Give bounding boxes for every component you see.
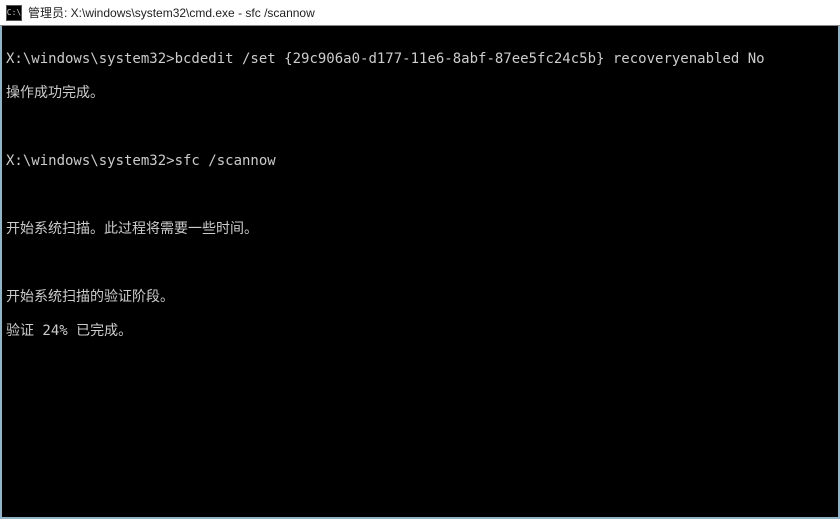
console-line: 验证 24% 已完成。: [6, 323, 834, 340]
prompt: X:\windows\system32>: [6, 51, 175, 67]
command-text: sfc /scannow: [175, 153, 276, 169]
console-line: X:\windows\system32>sfc /scannow: [6, 153, 834, 170]
console-line: 开始系统扫描。此过程将需要一些时间。: [6, 221, 834, 238]
blank-line: [6, 255, 834, 272]
console-line: 操作成功完成。: [6, 85, 834, 102]
console-line: 开始系统扫描的验证阶段。: [6, 289, 834, 306]
blank-line: [6, 187, 834, 204]
blank-line: [6, 119, 834, 136]
cmd-icon: C:\: [6, 5, 22, 21]
cmd-icon-label: C:\: [7, 8, 21, 17]
prompt: X:\windows\system32>: [6, 153, 175, 169]
window-title: 管理员: X:\windows\system32\cmd.exe - sfc /…: [28, 4, 315, 21]
console-area[interactable]: X:\windows\system32>bcdedit /set {29c906…: [0, 26, 840, 519]
command-text: bcdedit /set {29c906a0-d177-11e6-8abf-87…: [175, 51, 765, 67]
console-line: X:\windows\system32>bcdedit /set {29c906…: [6, 51, 834, 68]
titlebar: C:\ 管理员: X:\windows\system32\cmd.exe - s…: [0, 0, 840, 26]
